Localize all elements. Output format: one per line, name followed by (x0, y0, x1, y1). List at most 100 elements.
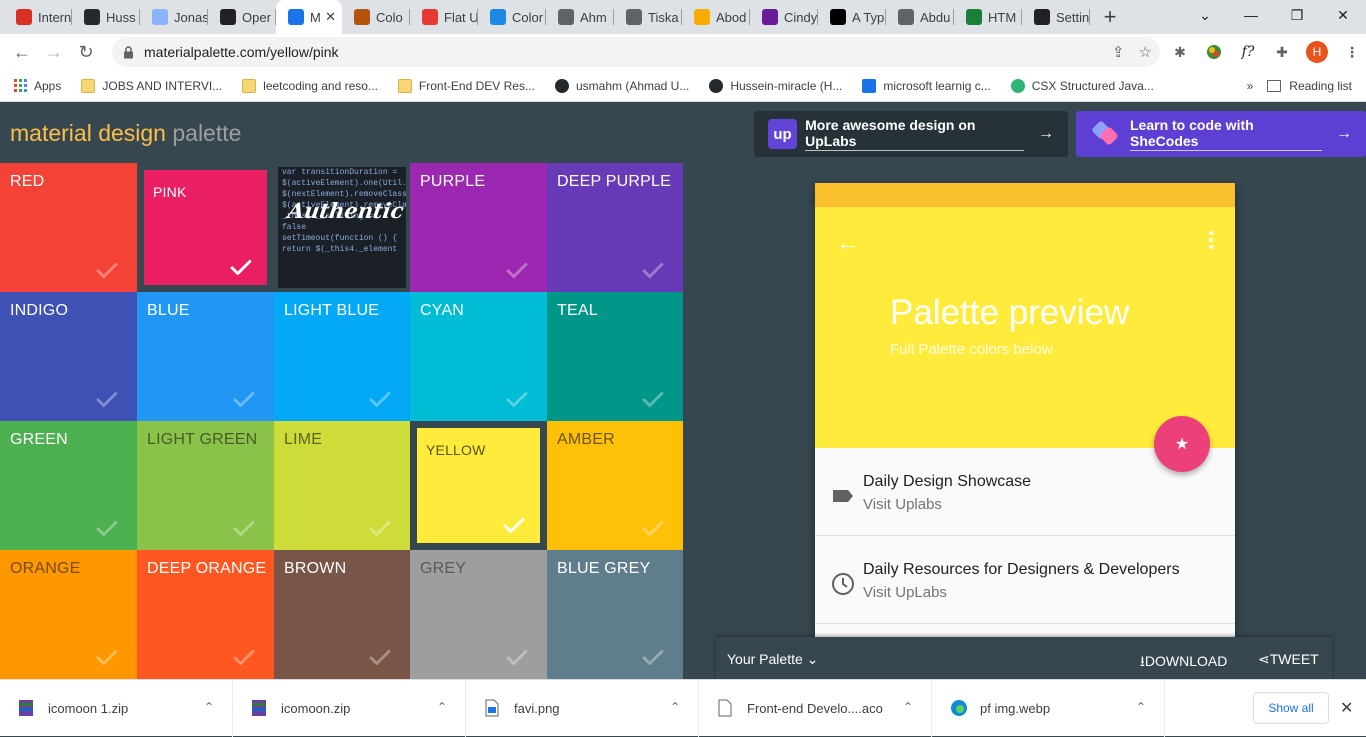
ad-banner[interactable]: var transitionDuration = $(activeElement… (274, 163, 410, 292)
color-swatch-orange[interactable]: ORANGE (0, 550, 137, 679)
zip-icon (251, 699, 267, 717)
maximize-button[interactable]: ❐ (1274, 0, 1320, 30)
browser-tab[interactable]: Jonas (140, 0, 208, 34)
color-swatch-amber[interactable]: AMBER (547, 421, 683, 550)
palette-preview-card: ← Palette preview Full Palette colors be… (815, 183, 1235, 679)
close-tab-icon[interactable]: ✕ (325, 9, 336, 25)
uplabs-promo-button[interactable]: up More awesome design on UpLabs → (754, 111, 1068, 157)
color-swatch-red[interactable]: RED (0, 163, 137, 292)
chevron-up-icon[interactable]: ⌃ (670, 700, 680, 714)
ad-brand: Authentic (286, 198, 406, 223)
browser-tab[interactable]: Abdu (886, 0, 954, 34)
color-swatch-deep-purple[interactable]: DEEP PURPLE (547, 163, 683, 292)
profile-avatar[interactable]: H (1306, 41, 1328, 63)
color-swatch-blue-grey[interactable]: BLUE GREY (547, 550, 683, 679)
show-all-downloads-button[interactable]: Show all (1253, 692, 1329, 724)
arrow-back-icon: ← (837, 230, 859, 255)
tab-label: Cindy (784, 9, 818, 25)
new-tab-button[interactable]: + (1090, 0, 1130, 34)
check-icon (229, 259, 252, 276)
color-swatch-light-blue[interactable]: LIGHT BLUE (274, 292, 410, 421)
color-swatch-light-green[interactable]: LIGHT GREEN (137, 421, 274, 550)
bookmark-item[interactable]: JOBS AND INTERVI... (81, 78, 222, 93)
browser-tab[interactable]: HTM (954, 0, 1022, 34)
bookmark-item[interactable]: Front-End DEV Res... (397, 78, 535, 93)
preview-list-item[interactable]: Daily Resources for Designers & Develope… (815, 536, 1235, 624)
color-swatch-brown[interactable]: BROWN (274, 550, 410, 679)
shecodes-promo-button[interactable]: Learn to code with SheCodes → (1076, 111, 1366, 157)
check-icon (95, 520, 118, 537)
tweet-button[interactable]: ⋖TWEET (1258, 651, 1319, 668)
color-swatch-yellow[interactable]: YELLOW (410, 421, 547, 550)
color-swatch-lime[interactable]: LIME (274, 421, 410, 550)
minimize-button[interactable]: — (1228, 0, 1274, 30)
download-item[interactable]: favi.png ⌃ (466, 679, 699, 737)
color-swatch-purple[interactable]: PURPLE (410, 163, 547, 292)
bookmark-item[interactable]: microsoft learnig c... (862, 78, 991, 93)
color-swatch-pink[interactable]: PINK (137, 163, 274, 292)
preview-subtitle: Full Palette colors below (890, 341, 1053, 358)
chevron-up-icon[interactable]: ⌃ (903, 700, 913, 714)
reload-button[interactable]: ↻ (70, 36, 102, 68)
back-button[interactable]: ← (6, 36, 38, 68)
color-swatch-green[interactable]: GREEN (0, 421, 137, 550)
address-bar[interactable]: materialpalette.com/yellow/pink ⇪ ☆ (112, 37, 1160, 67)
download-item[interactable]: pf img.webp ⌃ (932, 679, 1165, 737)
bookmark-star-icon[interactable]: ☆ (1139, 43, 1152, 61)
forward-button[interactable]: → (38, 36, 70, 68)
site-header: material design palette up More awesome … (0, 103, 1366, 163)
bookmark-item[interactable]: usmahm (Ahmad U... (554, 78, 689, 93)
your-palette-toggle[interactable]: Your Palette ⌄ (727, 651, 818, 668)
bookmark-item[interactable]: CSX Structured Java... (1010, 78, 1154, 93)
site-logo[interactable]: material design palette (10, 120, 241, 147)
tab-search-icon[interactable]: ⌄ (1182, 0, 1228, 30)
bug-extension-icon[interactable]: ✱ (1170, 42, 1190, 62)
browser-tab[interactable]: Ahm (546, 0, 614, 34)
browser-tab[interactable]: Colo (342, 0, 410, 34)
chevron-up-icon[interactable]: ⌃ (437, 700, 447, 714)
chevron-up-icon[interactable]: ⌃ (204, 700, 214, 714)
downloads-bar: icomoon 1.zip ⌃ icomoon.zip ⌃ favi.png ⌃ Front… (0, 679, 1366, 737)
menu-kebab-icon[interactable]: ⋮ (1342, 42, 1362, 62)
preview-list-item[interactable]: Daily Design Showcase Visit Uplabs (815, 448, 1235, 536)
fonts-extension-icon[interactable]: f? (1238, 42, 1258, 62)
arrow-right-icon: → (1336, 125, 1352, 142)
puzzle-extensions-icon[interactable]: ✚ (1272, 42, 1292, 62)
bookmark-item[interactable]: Apps (14, 79, 61, 93)
bookmark-label: leetcoding and reso... (263, 78, 378, 93)
bookmark-item[interactable]: Hussein-miracle (H... (709, 78, 842, 93)
color-swatch-teal[interactable]: TEAL (547, 292, 683, 421)
browser-tab[interactable]: Tiska (614, 0, 682, 34)
browser-tab[interactable]: Intern (4, 0, 72, 34)
browser-tab[interactable]: M ✕ (276, 0, 342, 34)
download-item[interactable]: Front-end Develo....aco ⌃ (699, 679, 932, 737)
browser-tab[interactable]: Huss (72, 0, 140, 34)
reading-list-button[interactable]: Reading list (1267, 79, 1352, 93)
download-item[interactable]: icomoon 1.zip ⌃ (0, 679, 233, 737)
share-icon[interactable]: ⇪ (1112, 43, 1125, 61)
tab-label: Jonas (174, 9, 208, 25)
bookmark-item[interactable]: leetcoding and reso... (242, 78, 378, 93)
chevron-up-icon[interactable]: ⌃ (1136, 700, 1146, 714)
close-downloads-icon[interactable]: ✕ (1340, 698, 1353, 718)
browser-tab[interactable]: Cindy (750, 0, 818, 34)
close-window-button[interactable]: ✕ (1320, 0, 1366, 30)
browser-tab[interactable]: Abod (682, 0, 750, 34)
color-swatch-blue[interactable]: BLUE (137, 292, 274, 421)
color-swatch-indigo[interactable]: INDIGO (0, 292, 137, 421)
browser-tab[interactable]: Oper (208, 0, 276, 34)
clock-icon (831, 572, 855, 596)
color-swatch-grey[interactable]: GREY (410, 550, 547, 679)
swatch-label: PURPLE (420, 173, 486, 190)
browser-tab[interactable]: Color (478, 0, 546, 34)
more-bookmarks-button[interactable]: » (1247, 79, 1254, 93)
tab-label: Abod (716, 9, 747, 25)
browser-tab[interactable]: Settin (1022, 0, 1090, 34)
color-swatch-cyan[interactable]: CYAN (410, 292, 547, 421)
download-button[interactable]: ⭳DOWNLOAD (1140, 651, 1227, 675)
download-item[interactable]: icomoon.zip ⌃ (233, 679, 466, 737)
browser-tab[interactable]: Flat U (410, 0, 478, 34)
color-swatch-deep-orange[interactable]: DEEP ORANGE (137, 550, 274, 679)
browser-tab[interactable]: A Typ (818, 0, 886, 34)
colorzilla-extension-icon[interactable] (1204, 42, 1224, 62)
